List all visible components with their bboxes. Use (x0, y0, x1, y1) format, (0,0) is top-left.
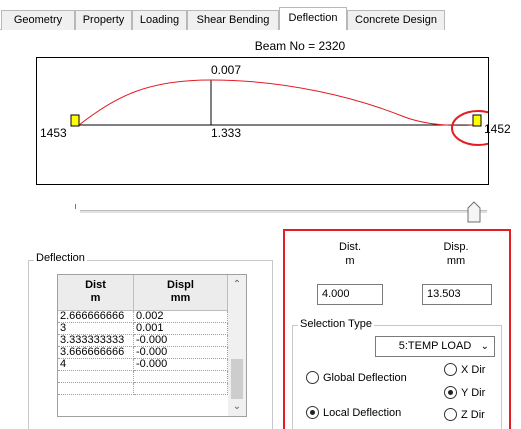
slider-tick (75, 204, 76, 209)
load-case-value: 5:TEMP LOAD (398, 340, 472, 352)
table-vertical-scrollbar[interactable]: ⌃ ⌄ (228, 275, 246, 416)
local-deflection-option[interactable]: Local Deflection (306, 406, 401, 419)
global-deflection-radio[interactable] (306, 371, 319, 384)
disp-value-field[interactable]: 13.503 (422, 284, 492, 305)
tab-bar: Geometry Property Loading Shear Bending … (0, 0, 521, 30)
dist-cell (58, 383, 134, 395)
dist-cell: 3.666666666 (58, 347, 134, 359)
left-node-label: 1453 (40, 126, 67, 140)
tab-concrete-design[interactable]: Concrete Design (347, 10, 445, 30)
deflection-diagram: 0.007 1.333 1453 1452 (36, 57, 511, 185)
deflection-curve (78, 79, 474, 126)
scroll-down-arrow-icon[interactable]: ⌄ (231, 401, 243, 413)
z-dir-radio[interactable] (444, 408, 457, 421)
displ-cell: -0.000 (134, 335, 228, 347)
scroll-up-arrow-icon[interactable]: ⌃ (231, 279, 243, 291)
disp-value-header-line2: mm (446, 255, 466, 267)
beam-title: Beam No = 2320 (254, 39, 346, 53)
position-slider-track[interactable] (80, 210, 487, 213)
displ-cell: -0.000 (134, 347, 228, 359)
dist-column-header[interactable]: Dist m (58, 275, 134, 311)
y-dir-option[interactable]: Y Dir (444, 386, 485, 399)
load-case-select[interactable]: 5:TEMP LOAD ⌄ (375, 336, 495, 357)
dist-cell: 3.333333333 (58, 335, 134, 347)
deflection-group-legend: Deflection (34, 252, 87, 264)
table-row[interactable]: 3 0.001 (58, 323, 228, 335)
table-row[interactable] (58, 371, 228, 383)
disp-value-header: Disp. mm (428, 240, 484, 268)
disp-value-header-line1: Disp. (443, 241, 469, 253)
left-support-marker (70, 114, 80, 127)
y-dir-radio[interactable] (444, 386, 457, 399)
displ-cell: 0.001 (134, 323, 228, 335)
highlight-circle (451, 110, 488, 146)
table-row[interactable]: 3.333333333 -0.000 (58, 335, 228, 347)
displ-cell (134, 383, 228, 395)
z-dir-label: Z Dir (461, 408, 485, 421)
dist-value-header: Dist. m (322, 240, 378, 268)
global-deflection-option[interactable]: Global Deflection (306, 371, 407, 384)
position-slider-thumb[interactable] (467, 201, 481, 223)
displ-column-header[interactable]: Displ mm (134, 275, 228, 311)
displ-header-line1: Displ (167, 279, 194, 291)
tab-loading[interactable]: Loading (132, 10, 187, 30)
tab-property[interactable]: Property (75, 10, 132, 30)
table-row[interactable] (58, 383, 228, 395)
dist-cell: 3 (58, 323, 134, 335)
displ-cell: 0.002 (134, 311, 228, 323)
scrollbar-thumb[interactable] (231, 359, 243, 399)
table-row[interactable]: 4 -0.000 (58, 359, 228, 371)
dist-header-line1: Dist (85, 279, 106, 291)
table-row[interactable]: 2.666666666 0.002 (58, 311, 228, 323)
displ-cell: -0.000 (134, 359, 228, 371)
dist-cell: 4 (58, 359, 134, 371)
local-deflection-label: Local Deflection (323, 406, 402, 419)
deflection-table: Dist m Displ mm 2.666666666 0.002 3 0.001 3.… (57, 274, 247, 417)
dist-value-field[interactable]: 4.000 (317, 284, 383, 305)
displ-cell (134, 371, 228, 383)
local-deflection-radio[interactable] (306, 406, 319, 419)
dist-value-header-line2: m (345, 255, 355, 267)
dist-header-line2: m (90, 292, 101, 304)
z-dir-option[interactable]: Z Dir (444, 408, 485, 421)
x-dir-radio[interactable] (444, 363, 457, 376)
tab-deflection[interactable]: Deflection (279, 7, 347, 30)
mid-distance-label: 1.333 (211, 126, 242, 140)
displ-header-line2: mm (170, 292, 191, 304)
right-support-marker (472, 114, 482, 127)
chevron-down-icon: ⌄ (480, 341, 489, 352)
y-dir-label: Y Dir (461, 386, 486, 399)
global-deflection-label: Global Deflection (323, 371, 407, 384)
tab-geometry[interactable]: Geometry (1, 10, 75, 30)
deflection-table-header: Dist m Displ mm (58, 275, 228, 311)
tab-shear-bending[interactable]: Shear Bending (187, 10, 279, 30)
dist-value-header-line1: Dist. (339, 241, 361, 253)
dist-cell (58, 371, 134, 383)
deflection-diagram-svg (70, 79, 488, 146)
right-node-label: 1452 (484, 122, 511, 136)
x-dir-label: X Dir (461, 363, 486, 376)
dist-cell: 2.666666666 (58, 311, 134, 323)
table-row[interactable]: 3.666666666 -0.000 (58, 347, 228, 359)
selection-type-legend: Selection Type (298, 318, 374, 330)
max-deflection-label: 0.007 (211, 63, 242, 77)
x-dir-option[interactable]: X Dir (444, 363, 485, 376)
